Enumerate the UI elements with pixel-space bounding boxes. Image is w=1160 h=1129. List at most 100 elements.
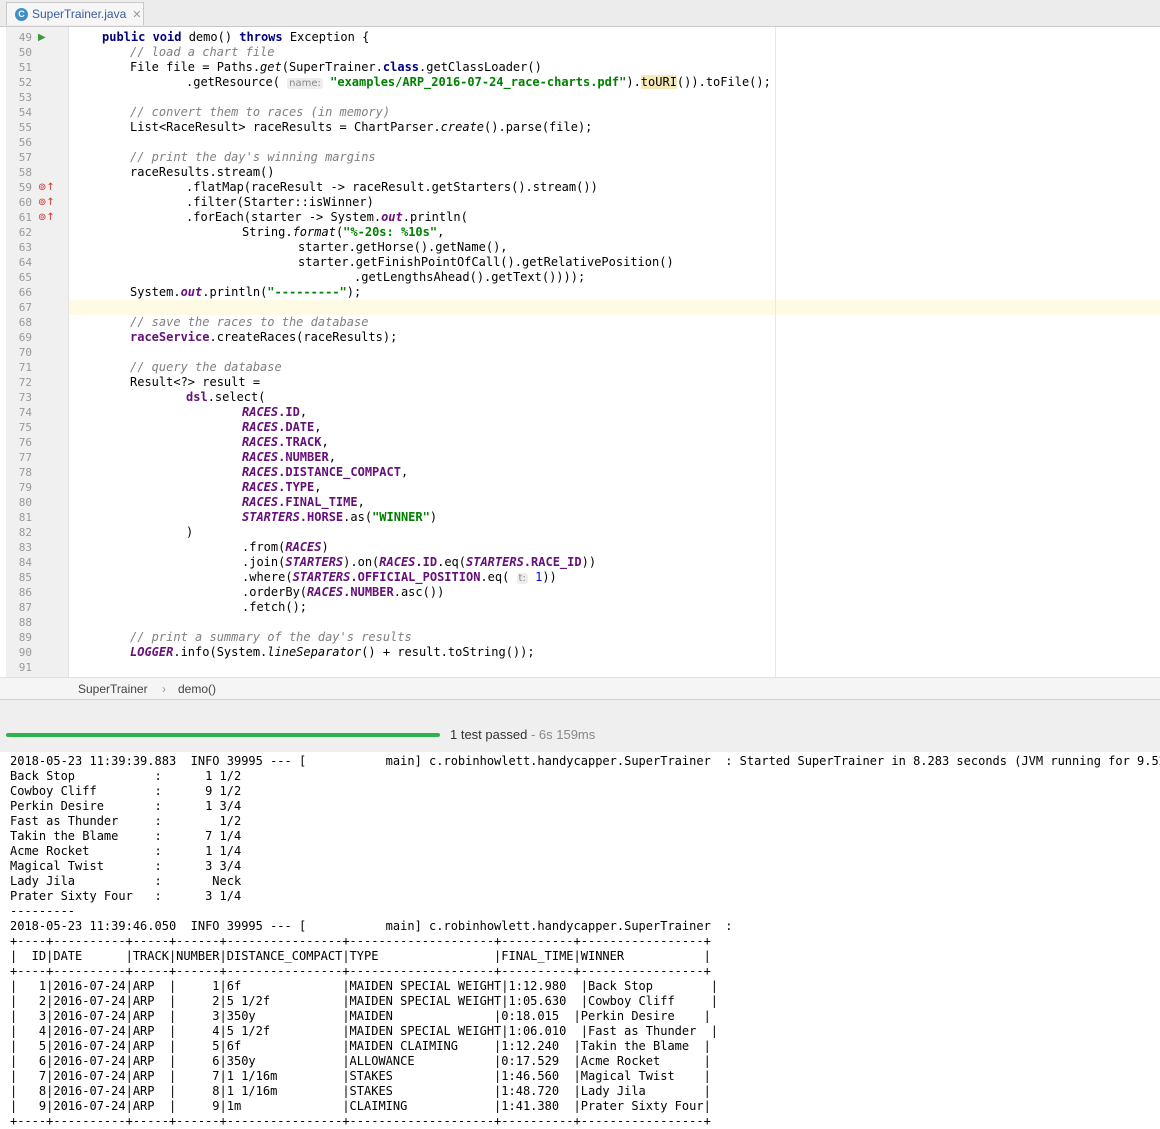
code-line: .getLengthsAhead().getText()))); [354,270,586,284]
table-header: | ID|DATE |TRACK|NUMBER|DISTANCE_COMPACT… [10,949,711,963]
table-row: | 7|2016-07-24|ARP | 7|1 1/16m |STAKES |… [10,1069,711,1083]
code-line: RACES.TRACK, [242,435,329,449]
winning-margin: 1/2 [168,814,242,828]
margin-row: Acme Rocket : 1 1/4 [10,844,242,858]
table-row: | 3|2016-07-24|ARP | 3|350y |MAIDEN |0:1… [10,1009,711,1023]
log-line: 2018-05-23 11:39:46.050 INFO 39995 --- [… [10,919,733,933]
breadcrumb-method[interactable]: demo() [178,682,216,696]
override-icon[interactable]: ⊚↑ [38,210,55,225]
run-icon[interactable]: ▶ [38,30,54,45]
winning-margin: 1 1/2 [168,769,242,783]
line-number: 81 [18,511,32,524]
code-line: // print a summary of the day's results [130,630,412,644]
code-line: .orderBy(RACES.NUMBER.asc()) [242,585,445,599]
code-line: raceService.createRaces(raceResults); [130,330,398,344]
line-number: 85 [18,571,32,584]
line-number: 53 [18,91,32,104]
breadcrumb-class[interactable]: SuperTrainer [78,682,148,696]
horse-name: Magical Twist [10,859,155,873]
margin-row: Back Stop : 1 1/2 [10,769,242,783]
table-row: | 2|2016-07-24|ARP | 2|5 1/2f |MAIDEN SP… [10,994,719,1008]
line-number: 60 [18,196,32,209]
margin-row: Prater Sixty Four : 3 1/4 [10,889,242,903]
close-icon[interactable]: ✕ [132,8,141,21]
editor-tab-bar: C SuperTrainer.java ✕ [0,0,1160,27]
line-number: 71 [18,361,32,374]
winning-margin: Neck [168,874,242,888]
line-number: 72 [18,376,32,389]
tab-supertrainer-java[interactable]: C SuperTrainer.java ✕ [6,2,144,25]
margin-row: Magical Twist : 3 3/4 [10,859,242,873]
line-number: 66 [18,286,32,299]
line-number: 70 [18,346,32,359]
override-icon[interactable]: ⊚↑ [38,195,55,210]
code-line: RACES.TYPE, [242,480,322,494]
horse-name: Back Stop [10,769,155,783]
line-number: 52 [18,76,32,89]
code-line: List<RaceResult> raceResults = ChartPars… [130,120,593,134]
horse-name: Lady Jila [10,874,155,888]
line-number: 58 [18,166,32,179]
line-number: 57 [18,151,32,164]
code-line: starter.getHorse().getName(), [298,240,508,254]
code-line: .forEach(starter -> System.out.println( [186,210,468,224]
code-line: raceResults.stream() [130,165,275,179]
table-row: | 4|2016-07-24|ARP | 4|5 1/2f |MAIDEN SP… [10,1024,719,1038]
test-status-text: 1 test passed [450,727,528,742]
code-line: .from(RACES) [242,540,329,554]
code-line: .where(STARTERS.OFFICIAL_POSITION.eq( t:… [242,570,557,584]
line-number: 67 [18,301,32,314]
code-line: Result<?> result = [130,375,261,389]
editor-gutter: 49 50 51 52 53 54 55 56 57 58 59 60 61 62 63 64 65 66 67 68… [6,27,69,677]
dashes-line: --------- [10,904,76,918]
line-number: 68 [18,316,32,329]
line-number: 83 [18,541,32,554]
code-line: // save the races to the database [130,315,369,329]
line-number: 65 [18,271,32,284]
line-number: 51 [18,61,32,74]
winning-margin: 1 3/4 [168,799,242,813]
code-line: String.format("%-20s: %10s", [242,225,445,239]
code-line: .fetch(); [242,600,308,614]
table-row: | 8|2016-07-24|ARP | 8|1 1/16m |STAKES |… [10,1084,711,1098]
code-line: // load a chart file [130,45,275,59]
console-output[interactable]: 2018-05-23 11:39:39.883 INFO 39995 --- [… [0,752,1160,1129]
line-number: 79 [18,481,32,494]
code-line: STARTERS.HORSE.as("WINNER") [242,510,438,524]
winning-margin: 3 1/4 [168,889,242,903]
code-line: .getResource( name: "examples/ARP_2016-0… [186,75,771,89]
code-editor[interactable]: 49 50 51 52 53 54 55 56 57 58 59 60 61 62 63 64 65 66 67 68… [0,27,1160,677]
horse-name: Takin the Blame [10,829,155,843]
code-line: public void demo() throws Exception { [102,30,370,44]
line-number: 82 [18,526,32,539]
line-number: 89 [18,631,32,644]
line-number: 88 [18,616,32,629]
line-number: 86 [18,586,32,599]
code-line: RACES.FINAL_TIME, [242,495,365,509]
line-number: 84 [18,556,32,569]
test-status: 1 test passed - 6s 159ms [450,727,595,742]
line-number: 61 [18,211,32,224]
code-line: LOGGER.info(System.lineSeparator() + res… [130,645,535,659]
line-number: 87 [18,601,32,614]
line-number: 54 [18,106,32,119]
table-border: +----+----------+-----+------+----------… [10,1114,711,1128]
param-hint: t: [516,573,528,584]
test-duration: - 6s 159ms [530,727,596,742]
winning-margin: 1 1/4 [168,844,242,858]
code-line: RACES.ID, [242,405,308,419]
winning-margin: 3 3/4 [168,859,242,873]
margin-row: Cowboy Cliff : 9 1/2 [10,784,242,798]
override-icon[interactable]: ⊚↑ [38,180,55,195]
line-number: 62 [18,226,32,239]
winning-margin: 9 1/2 [168,784,242,798]
line-number: 49 [18,31,32,44]
table-row: | 1|2016-07-24|ARP | 1|6f |MAIDEN SPECIA… [10,979,719,993]
line-number: 63 [18,241,32,254]
winning-margin: 7 1/4 [168,829,242,843]
horse-name: Acme Rocket [10,844,155,858]
table-border: +----+----------+-----+------+----------… [10,934,711,948]
code-line: .flatMap(raceResult -> raceResult.getSta… [186,180,598,194]
line-number: 80 [18,496,32,509]
java-class-icon: C [15,7,28,21]
